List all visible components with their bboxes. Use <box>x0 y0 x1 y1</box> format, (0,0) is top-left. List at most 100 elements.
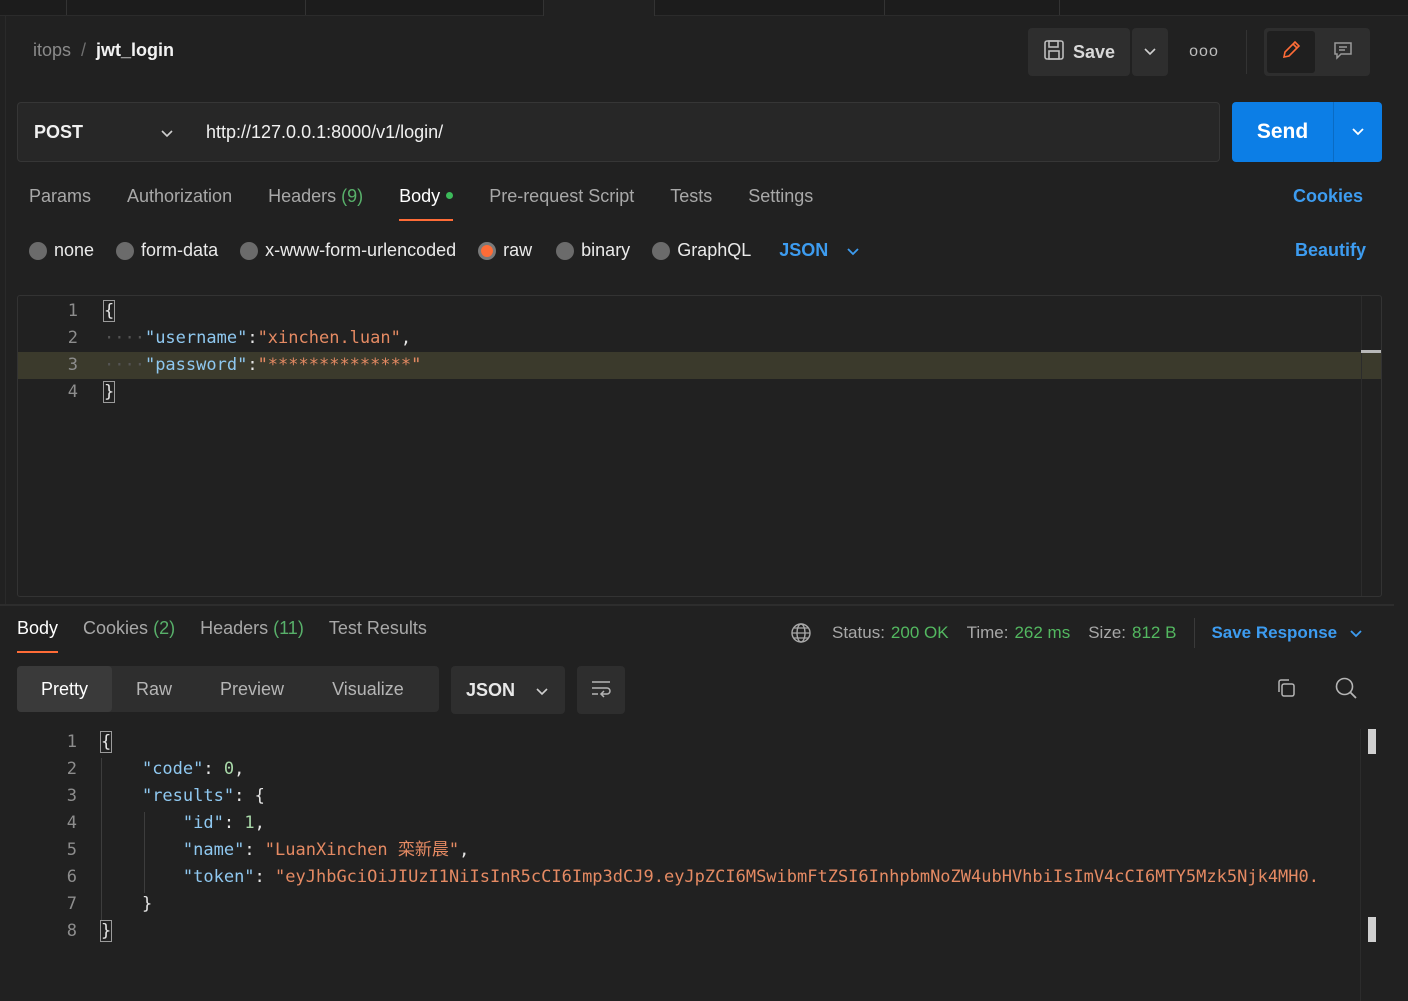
url-text: http://127.0.0.1:8000/v1/login/ <box>206 121 444 142</box>
raw-format-select[interactable]: JSON <box>779 240 860 261</box>
raw-format-label: JSON <box>779 240 829 260</box>
request-body-editor[interactable]: 1{ 2 ····"username":"xinchen.luan", 3 ····… <box>17 295 1382 597</box>
breadcrumb-parent[interactable]: itops <box>33 40 71 61</box>
globe-icon[interactable] <box>790 622 812 644</box>
tab-authorization[interactable]: Authorization <box>127 186 232 222</box>
active-tab[interactable] <box>543 0 655 16</box>
chevron-down-icon <box>1351 123 1365 141</box>
comments-button[interactable] <box>1319 31 1367 73</box>
size-value[interactable]: 812 B <box>1132 623 1176 643</box>
view-pretty[interactable]: Pretty <box>17 666 113 712</box>
open-brace: { <box>99 731 113 753</box>
radio-circle <box>116 241 135 260</box>
line-number: 7 <box>66 894 77 914</box>
json-number: 1 <box>244 813 255 833</box>
whitespace-marker: ···· <box>104 355 145 375</box>
comment-icon <box>1332 39 1354 66</box>
radio-form-data[interactable]: form-data <box>116 240 218 261</box>
json-key: "code" <box>141 759 204 779</box>
save-options-button[interactable] <box>1132 28 1168 76</box>
search-button[interactable] <box>1330 674 1362 706</box>
cookies-count: (2) <box>153 618 176 638</box>
line-number: 5 <box>66 840 77 860</box>
tab-test-results[interactable]: Test Results <box>329 618 427 654</box>
line-number: 2 <box>67 328 78 348</box>
radio-none[interactable]: none <box>29 240 94 261</box>
response-meta: Status: 200 OK Time: 262 ms Size: 812 B … <box>790 618 1363 648</box>
view-preview[interactable]: Preview <box>196 666 308 712</box>
scrollbar-thumb[interactable] <box>1368 729 1376 754</box>
request-tabs: Params Authorization Headers (9) Body Pr… <box>29 186 849 222</box>
request-name[interactable]: jwt_login <box>96 40 174 61</box>
editor-mode-toggle <box>1264 28 1370 76</box>
chevron-down-icon <box>1143 43 1157 61</box>
more-options-label: ooo <box>1189 43 1219 60</box>
radio-x-www-form-urlencoded[interactable]: x-www-form-urlencoded <box>240 240 456 261</box>
tab-headers[interactable]: Headers (9) <box>268 186 363 222</box>
tab-tests[interactable]: Tests <box>670 186 712 222</box>
save-response-button[interactable]: Save Response <box>1211 623 1363 643</box>
close-brace: } <box>102 381 116 403</box>
save-label: Save <box>1072 41 1116 62</box>
json-key: "token" <box>182 867 255 887</box>
whitespace-marker: ···· <box>104 328 145 348</box>
chevron-down-icon <box>1349 623 1363 643</box>
status-label: Status: <box>832 623 885 642</box>
tab-response-cookies[interactable]: Cookies (2) <box>83 618 175 654</box>
tab-strip <box>0 0 1408 16</box>
line-number: 3 <box>67 355 78 375</box>
editor-scrollbar[interactable] <box>1361 296 1381 596</box>
cookies-link[interactable]: Cookies <box>1293 186 1363 207</box>
tab-pre-request-script[interactable]: Pre-request Script <box>489 186 634 222</box>
beautify-link[interactable]: Beautify <box>1295 240 1366 261</box>
chevron-down-icon <box>846 240 860 261</box>
save-button[interactable]: Save <box>1028 28 1130 76</box>
wrap-lines-icon <box>589 677 613 704</box>
method-label: POST <box>34 121 84 142</box>
headers-count: (11) <box>273 618 304 638</box>
radio-raw[interactable]: raw <box>478 240 532 261</box>
json-key: "password" <box>144 355 248 375</box>
line-number: 1 <box>67 301 78 321</box>
body-type-options: none form-data x-www-form-urlencoded raw… <box>29 240 860 261</box>
radio-graphql[interactable]: GraphQL <box>652 240 751 261</box>
send-options-button[interactable] <box>1334 102 1382 162</box>
headers-count: (9) <box>341 186 364 206</box>
tab-params[interactable]: Params <box>29 186 91 222</box>
more-options-button[interactable]: ooo <box>1186 40 1222 64</box>
line-number: 6 <box>66 867 77 887</box>
view-mode-selector: Pretty Raw Preview Visualize <box>17 666 439 712</box>
copy-icon <box>1275 677 1297 704</box>
view-raw[interactable]: Raw <box>112 666 196 712</box>
breadcrumb-separator: / <box>81 40 87 60</box>
wrap-lines-button[interactable] <box>577 666 625 714</box>
url-input[interactable]: http://127.0.0.1:8000/v1/login/ <box>190 102 1220 162</box>
time-value[interactable]: 262 ms <box>1014 623 1070 643</box>
radio-circle-selected <box>478 241 497 260</box>
send-button[interactable]: Send <box>1232 102 1334 162</box>
copy-button[interactable] <box>1270 674 1302 706</box>
radio-binary[interactable]: binary <box>556 240 630 261</box>
chevron-down-icon <box>160 122 174 143</box>
tab-settings[interactable]: Settings <box>748 186 813 222</box>
size-label: Size: <box>1088 623 1126 642</box>
tab-response-body[interactable]: Body <box>17 618 59 654</box>
line-number: 4 <box>66 813 77 833</box>
tab-body[interactable]: Body <box>399 186 454 222</box>
tab-response-headers[interactable]: Headers (11) <box>200 618 304 654</box>
close-brace: } <box>99 920 113 942</box>
radio-circle <box>29 241 47 260</box>
edit-mode-button[interactable] <box>1267 31 1315 73</box>
view-visualize[interactable]: Visualize <box>308 666 428 712</box>
method-select[interactable]: POST <box>17 102 191 162</box>
response-body-viewer[interactable]: 1{ 2 "code": 0, 3 "results": { 4 "id": 1… <box>17 729 1408 1001</box>
pane-resizer[interactable] <box>0 604 1394 606</box>
pencil-icon <box>1280 39 1302 66</box>
status-value[interactable]: 200 OK <box>891 623 949 643</box>
json-key: "name" <box>182 840 245 860</box>
json-value: "**************" <box>257 355 422 375</box>
response-scrollbar-track[interactable] <box>1360 729 1361 1001</box>
json-key: "id" <box>182 813 224 833</box>
response-format-select[interactable]: JSON <box>451 666 565 714</box>
json-string: "LuanXinchen 栾新晨" <box>264 840 460 860</box>
